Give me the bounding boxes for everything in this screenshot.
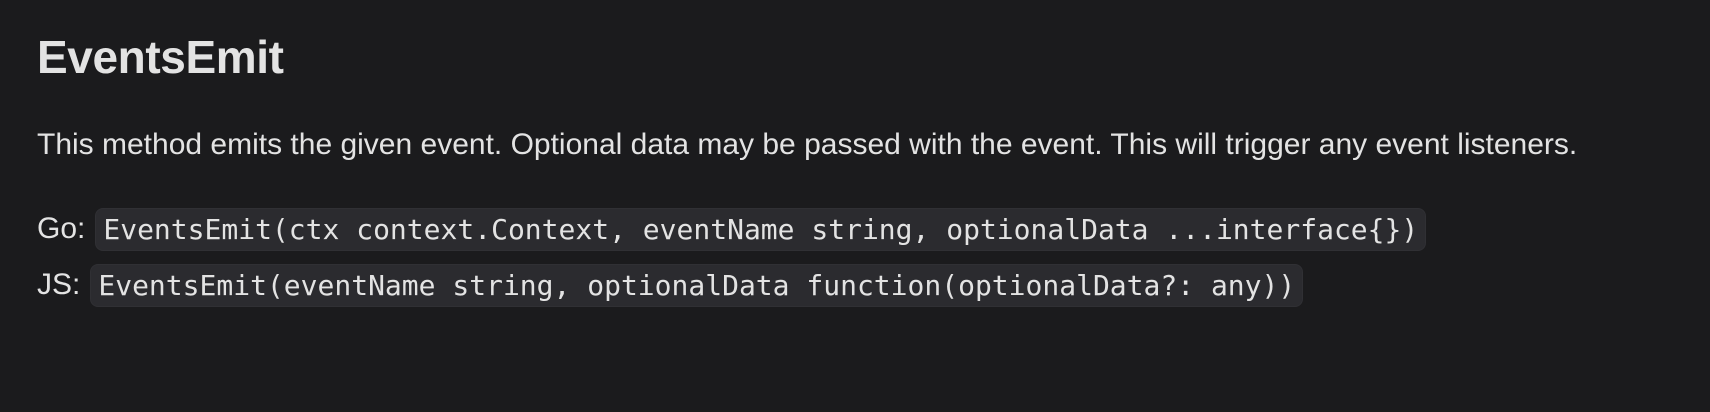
signature-list: Go: EventsEmit(ctx context.Context, even… [37,201,1673,313]
doc-section: EventsEmit This method emits the given e… [0,0,1710,313]
signature-go: Go: EventsEmit(ctx context.Context, even… [37,201,1673,257]
signature-lang-label: JS: [37,268,81,301]
signature-js: JS: EventsEmit(eventName string, optiona… [37,257,1673,313]
section-description: This method emits the given event. Optio… [37,128,1578,161]
signature-code[interactable]: EventsEmit(eventName string, optionalDat… [90,263,1304,307]
section-heading: EventsEmit [37,31,284,83]
signature-code[interactable]: EventsEmit(ctx context.Context, eventNam… [95,207,1427,251]
signature-lang-label: Go: [37,212,86,245]
